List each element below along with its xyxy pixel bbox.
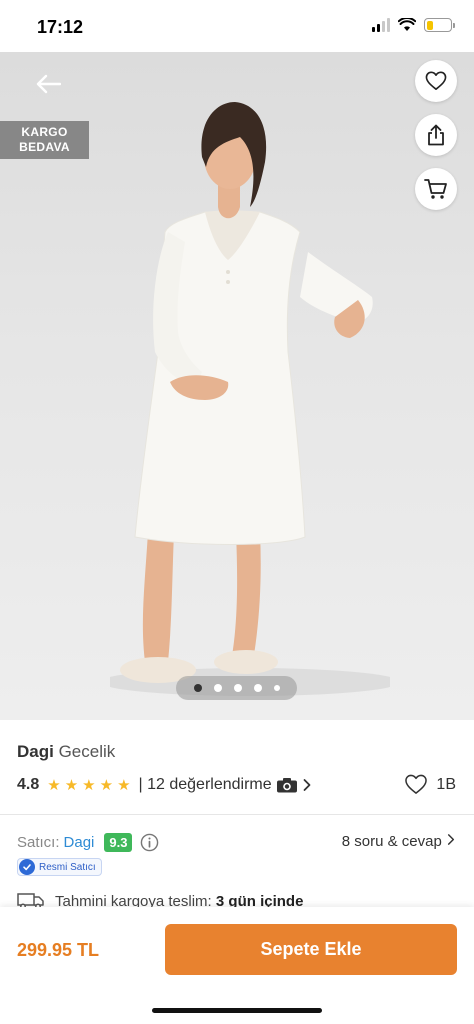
- info-icon[interactable]: [140, 833, 159, 852]
- reviews-count: | 12 değerlendirme: [138, 776, 272, 793]
- product-photo: [110, 102, 390, 696]
- product-name: Gecelik: [58, 742, 116, 761]
- qa-label: 8 soru & cevap: [341, 833, 442, 850]
- reviews-link[interactable]: | 12 değerlendirme: [139, 776, 312, 794]
- heart-icon: [425, 71, 447, 90]
- pagination-dot-4[interactable]: [253, 684, 262, 692]
- favorite-button[interactable]: [415, 60, 457, 102]
- questions-answers-link[interactable]: 8 soru & cevap: [342, 833, 456, 850]
- star-icon: ★: [99, 776, 114, 794]
- chevron-right-icon: [303, 779, 311, 791]
- seller-score-badge: 9.3: [104, 833, 133, 852]
- pagination-dot-1[interactable]: [193, 684, 202, 692]
- status-time: 17:12: [37, 17, 84, 37]
- battery-icon: [424, 18, 455, 32]
- divider: [0, 814, 474, 815]
- back-arrow-icon: [36, 74, 61, 94]
- pagination-dot-3[interactable]: [233, 684, 242, 692]
- status-icons: [372, 18, 455, 32]
- share-icon: [428, 124, 444, 146]
- seller-label: Satıcı:: [17, 834, 60, 851]
- rating-stars: ★ ★ ★ ★ ★: [47, 778, 130, 793]
- home-indicator[interactable]: [152, 1008, 322, 1013]
- signal-icon: [372, 18, 390, 32]
- back-button[interactable]: [30, 66, 66, 102]
- product-title: Dagi Gecelik: [17, 742, 115, 762]
- chevron-right-icon: [447, 834, 455, 845]
- wifi-icon: [398, 18, 416, 31]
- rating-row[interactable]: 4.8 ★ ★ ★ ★ ★ | 12 değerlendirme: [17, 776, 312, 794]
- go-to-cart-button[interactable]: [415, 168, 457, 210]
- bottom-action-bar: 299.95 TL Sepete Ekle: [0, 907, 474, 1024]
- status-bar: 17:12: [0, 0, 474, 52]
- pagination-dot-5[interactable]: [273, 685, 280, 691]
- seller-row: Satıcı: Dagi 9.3: [17, 833, 159, 852]
- add-to-cart-button[interactable]: Sepete Ekle: [165, 924, 457, 975]
- share-button[interactable]: [415, 114, 457, 156]
- heart-outline-icon: [405, 774, 428, 794]
- free-shipping-badge: KARGO BEDAVA: [0, 121, 89, 159]
- pagination-dot-2[interactable]: [213, 684, 222, 692]
- cart-icon: [424, 179, 447, 199]
- official-seller-badge: Resmi Satıcı: [17, 858, 102, 876]
- product-brand[interactable]: Dagi: [17, 742, 54, 761]
- star-icon: ★: [82, 776, 96, 794]
- rating-value: 4.8: [17, 776, 40, 793]
- star-icon: ★: [47, 776, 61, 794]
- like-count: 1B: [436, 775, 456, 793]
- badge-line-1: KARGO: [21, 125, 68, 139]
- official-seller-label: Resmi Satıcı: [39, 861, 96, 873]
- like-button[interactable]: 1B: [404, 774, 456, 795]
- product-price: 299.95 TL: [17, 940, 100, 960]
- camera-icon: [276, 778, 297, 793]
- badge-line-2: BEDAVA: [19, 140, 70, 154]
- star-icon: ★: [117, 776, 131, 794]
- image-pagination[interactable]: [176, 676, 297, 700]
- product-image-gallery[interactable]: KARGO BEDAVA: [0, 52, 474, 720]
- seller-name-link[interactable]: Dagi: [64, 834, 95, 851]
- star-icon: ★: [64, 776, 79, 794]
- verified-check-icon: [19, 859, 35, 875]
